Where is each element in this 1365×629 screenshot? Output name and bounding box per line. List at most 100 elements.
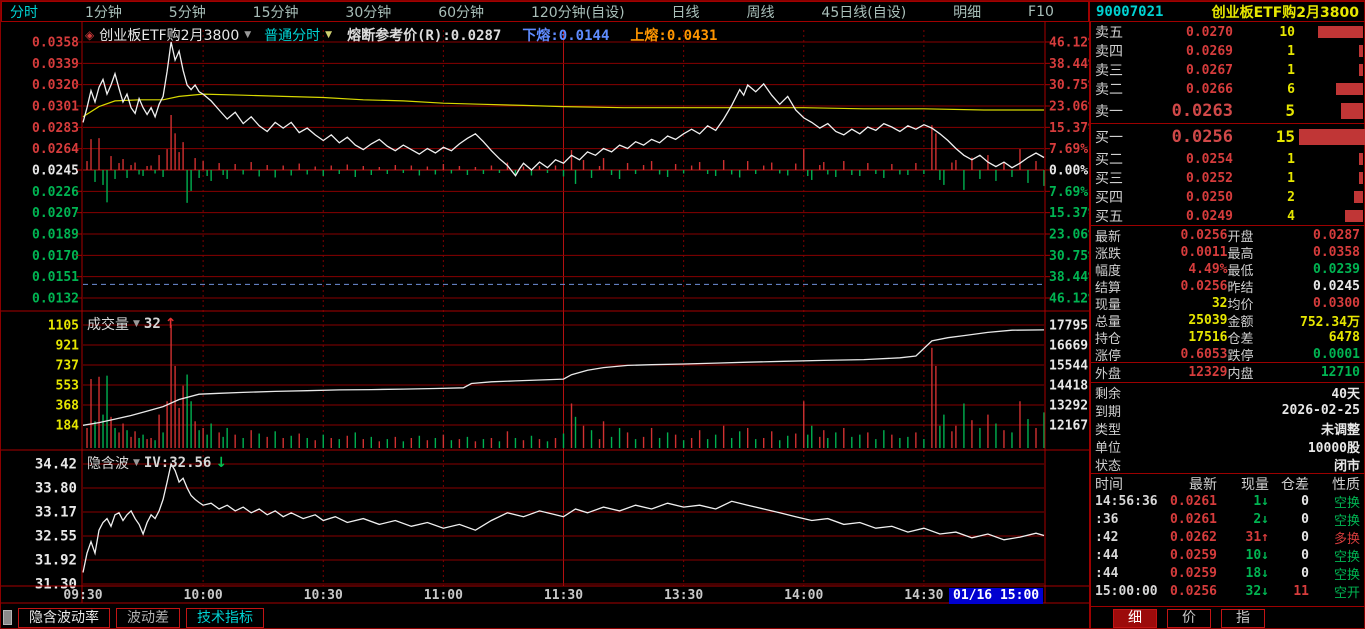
order-book-row[interactable]: 卖一 0.0263 5	[1091, 98, 1365, 123]
tick-qty: 32↓	[1245, 584, 1269, 599]
level-name: 卖四	[1095, 44, 1123, 60]
period-menu-item[interactable]: 30分钟	[345, 2, 391, 22]
order-book-row[interactable]: 买二 0.0254 1	[1091, 149, 1365, 168]
level-name: 买四	[1095, 190, 1123, 206]
axis-tick-label: 0.0207	[32, 206, 79, 221]
tick-time: :42	[1095, 530, 1119, 545]
axis-tick-label: 38.44%	[1049, 270, 1089, 285]
stat-value: 0.0287	[1313, 228, 1360, 243]
level-volume-bar	[1318, 26, 1363, 38]
axis-tick-label: 30.75%	[1049, 78, 1089, 93]
order-book-row[interactable]: 买五 0.0249 4	[1091, 206, 1365, 225]
period-menu-item[interactable]: F10	[1028, 4, 1054, 20]
volume-panel-header: 成交量 ▼ 32 ↑	[87, 314, 177, 334]
level-volume-bar	[1345, 210, 1363, 222]
detail-tab[interactable]: 价	[1167, 608, 1211, 628]
order-book-row[interactable]: 买三 0.0252 1	[1091, 168, 1365, 187]
order-book-row[interactable]: 买一 0.0256 15	[1091, 124, 1365, 149]
period-menu-item[interactable]: 日线	[672, 2, 700, 22]
level-bar-cell	[1295, 153, 1363, 165]
stat-value: 0.0300	[1313, 296, 1360, 311]
period-menu-item[interactable]: 明细	[953, 2, 981, 22]
axis-tick-label: 23.06%	[1049, 228, 1089, 243]
stat-row: 涨停 0.6053 跌停 0.0001	[1091, 345, 1365, 364]
period-menu-item[interactable]: 1分钟	[85, 2, 122, 22]
tick-row[interactable]: :44 0.0259 18↓ 0 空换	[1091, 564, 1365, 583]
chart-symbol[interactable]: 创业板ETF购2月3800	[99, 25, 239, 45]
info-value: 40天	[1331, 387, 1360, 402]
up-arrow-icon: ↑	[164, 316, 177, 332]
chevron-down-icon[interactable]: ▼	[133, 319, 140, 329]
order-book-row[interactable]: 买四 0.0250 2	[1091, 187, 1365, 206]
info-label: 类型	[1095, 423, 1122, 438]
period-menu-item[interactable]: 周线	[746, 2, 774, 22]
tick-row[interactable]: :36 0.0261 2↓ 0 空换	[1091, 510, 1365, 529]
tick-time: :36	[1095, 512, 1119, 527]
stat-row: 持仓 17516 仓差 6478	[1091, 328, 1365, 347]
order-book-row[interactable]: 卖五 0.0270 10	[1091, 22, 1365, 41]
level-price: 0.0254	[1186, 151, 1233, 167]
axis-tick-label: 553	[56, 379, 79, 394]
stat-value: 0.6053	[1180, 347, 1228, 362]
tick-oi-change: 0	[1301, 566, 1309, 581]
axis-tick-label: 33.17	[35, 505, 77, 521]
order-book-row[interactable]: 卖二 0.0266 6	[1091, 79, 1365, 98]
level-bar-cell	[1295, 191, 1363, 203]
axis-tick-label: 12167	[1049, 419, 1088, 434]
fuse-lower-limit: 下熔:0.0144	[522, 28, 610, 44]
iv-title[interactable]: 隐含波	[87, 453, 129, 473]
axis-tick-label: 32.55	[35, 529, 77, 545]
chevron-down-icon[interactable]: ▼	[325, 30, 332, 40]
bottom-left-tab-bar: 隐含波动率 波动差 技术指标	[1, 606, 1089, 629]
axis-tick-label: 14:00	[784, 588, 823, 603]
level-price: 0.0250	[1186, 189, 1233, 205]
indicator-tab[interactable]: 技术指标	[186, 607, 264, 628]
period-menu-item[interactable]: 120分钟(自设)	[531, 2, 625, 22]
level-bar-cell	[1295, 172, 1363, 184]
volume-last-value: 32	[143, 316, 161, 332]
chart-mode-select[interactable]: 普通分时	[264, 25, 320, 45]
tick-time: :44	[1095, 548, 1119, 563]
axis-tick-label: 34.42	[35, 457, 77, 473]
tick-row[interactable]: :44 0.0259 10↓ 0 空换	[1091, 546, 1365, 565]
tick-row[interactable]: 15:00:00 0.0256 32↓ 11 空开	[1091, 582, 1365, 601]
intraday-chart[interactable]: 0.0358 46.12% 0.0339 38.44% 0.0320 30.75% 0.03…	[1, 22, 1089, 604]
detail-tab[interactable]: 细	[1113, 608, 1157, 628]
axis-tick-label: 15544	[1049, 359, 1088, 374]
indicator-tab[interactable]: 隐含波动率	[18, 607, 110, 628]
stat-value: 25039	[1188, 313, 1228, 328]
axis-tick-label: 0.00%	[1049, 164, 1088, 179]
tick-price: 0.0261	[1170, 512, 1217, 527]
xaxis-date-highlight: 01/16 15:00	[949, 588, 1044, 604]
period-menu-item[interactable]: 45日线(自设)	[821, 2, 906, 22]
order-book-row[interactable]: 卖三 0.0267 1	[1091, 60, 1365, 79]
axis-tick-label: 11:30	[544, 588, 583, 603]
level-qty: 10	[1279, 24, 1295, 40]
chevron-down-icon[interactable]: ▼	[244, 30, 251, 40]
scrollbar-stub[interactable]	[3, 610, 12, 625]
period-menu-item[interactable]: 15分钟	[253, 2, 299, 22]
info-value: 未调整	[1320, 423, 1360, 438]
level-price: 0.0252	[1186, 170, 1233, 186]
period-menu-item[interactable]: 分时	[10, 2, 38, 22]
axis-tick-label: 17795	[1049, 319, 1088, 334]
level-volume-bar	[1358, 153, 1363, 165]
period-menu-item[interactable]: 5分钟	[169, 2, 206, 22]
tick-list: 时间 最新 现量 仓差 性质 14:56:36 0.0261 1↓ 0 空换:36 0.0261 2↓…	[1091, 474, 1365, 606]
period-menu-item[interactable]: 60分钟	[438, 2, 484, 22]
volume-title[interactable]: 成交量	[87, 314, 129, 334]
level-name: 卖一	[1095, 103, 1123, 120]
detail-tab[interactable]: 指	[1221, 608, 1265, 628]
tick-row[interactable]: :42 0.0262 31↑ 0 多换	[1091, 528, 1365, 547]
chevron-down-icon[interactable]: ▼	[133, 458, 140, 468]
contract-info: 剩余 40天 到期 2026-02-25 类型 未调整 单位 10000股 状态 闭市	[1091, 383, 1365, 474]
indicator-tab[interactable]: 波动差	[116, 607, 180, 628]
tick-oi-change: 0	[1301, 494, 1309, 509]
info-value: 10000股	[1307, 441, 1360, 456]
axis-tick-label: 15.37%	[1049, 121, 1089, 136]
level-volume-bar	[1336, 83, 1363, 95]
tick-row[interactable]: 14:56:36 0.0261 1↓ 0 空换	[1091, 492, 1365, 511]
order-book-row[interactable]: 卖四 0.0269 1	[1091, 41, 1365, 60]
stat-row: 总量 25039 金额 752.34万	[1091, 311, 1365, 330]
iv-panel-header: 隐含波 ▼ IV:32.56 ↓	[87, 453, 227, 473]
